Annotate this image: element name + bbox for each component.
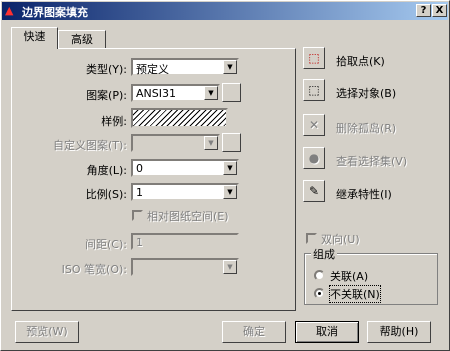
- double-checkbox[interactable]: [306, 233, 317, 244]
- nonassociative-radio[interactable]: [314, 288, 325, 299]
- scale-label: 比例(S):: [85, 188, 127, 201]
- inherit-properties-icon: ✎: [308, 184, 320, 198]
- pattern-value: ANSI31: [136, 87, 176, 100]
- iso-pen-width-label: ISO 笔宽(O):: [61, 263, 127, 276]
- select-objects-button[interactable]: ⬚: [303, 79, 325, 101]
- help-button[interactable]: 帮助(H): [367, 321, 431, 343]
- chevron-down-icon[interactable]: ▼: [223, 185, 237, 199]
- spacing-label: 间距(C):: [85, 238, 127, 251]
- select-objects-icon: ⬚: [308, 83, 320, 97]
- angle-label: 角度(L):: [86, 164, 127, 177]
- double-label: 双向(U): [321, 233, 360, 246]
- view-selection-button[interactable]: ●: [303, 147, 325, 169]
- spacing-field[interactable]: 1: [131, 233, 239, 250]
- tab-advanced[interactable]: 高级: [58, 30, 106, 49]
- close-button[interactable]: X: [432, 4, 447, 17]
- scale-select[interactable]: 1 ▼: [131, 183, 239, 201]
- help-title-button[interactable]: ?: [416, 4, 431, 17]
- associative-label: 关联(A): [330, 270, 369, 283]
- title-bar: ▲ 边界图案填充 ? X: [2, 2, 448, 20]
- pick-points-label: 拾取点(K): [336, 55, 385, 68]
- chevron-down-icon[interactable]: ▼: [204, 86, 218, 100]
- custom-pattern-browse-button[interactable]: [222, 133, 241, 152]
- preview-button[interactable]: 预览(W): [15, 321, 79, 343]
- chevron-down-icon[interactable]: ▼: [223, 60, 237, 74]
- spacing-value: 1: [136, 236, 143, 249]
- pattern-browse-button[interactable]: [222, 83, 241, 102]
- pattern-label: 图案(P):: [86, 89, 127, 102]
- composition-title: 组成: [311, 246, 337, 262]
- composition-group: 组成 关联(A) 不关联(N): [304, 246, 438, 305]
- remove-islands-label: 删除孤岛(R): [336, 122, 397, 135]
- tab-quick[interactable]: 快速: [11, 27, 58, 49]
- app-icon: ▲: [5, 4, 14, 17]
- type-value: 预定义: [136, 63, 169, 76]
- quick-tab-panel: 类型(Y): 预定义 ▼ 图案(P): ANSI31 ▼ 样例: 自定义图案(T…: [11, 48, 296, 311]
- angle-select[interactable]: 0 ▼: [131, 159, 239, 177]
- relative-paper-space-label: 相对图纸空间(E): [147, 210, 229, 223]
- boundary-hatch-dialog: ▲ 边界图案填充 ? X 快速 高级 类型(Y): 预定义 ▼ 图案(P): A…: [0, 0, 450, 351]
- pattern-sample-swatch[interactable]: [131, 108, 228, 128]
- nonassociative-label: 不关联(N): [329, 285, 381, 303]
- relative-paper-space-checkbox[interactable]: [132, 210, 143, 221]
- type-label: 类型(Y):: [85, 63, 127, 76]
- pick-points-icon: ⬚: [308, 51, 320, 65]
- remove-islands-button[interactable]: ✕: [303, 114, 325, 136]
- associative-radio[interactable]: [314, 270, 325, 281]
- sample-label: 样例:: [101, 115, 127, 128]
- pattern-select[interactable]: ANSI31 ▼: [131, 84, 220, 102]
- custom-pattern-select[interactable]: ▼: [131, 134, 220, 152]
- iso-pen-width-select[interactable]: ▼: [131, 258, 239, 276]
- ok-button[interactable]: 确定: [222, 321, 286, 343]
- inherit-properties-label: 继承特性(I): [336, 188, 392, 201]
- window-title: 边界图案填充: [22, 6, 88, 19]
- cancel-button[interactable]: 取消: [295, 321, 359, 343]
- angle-value: 0: [136, 162, 143, 175]
- chevron-down-icon[interactable]: ▼: [223, 161, 237, 175]
- custom-pattern-label: 自定义图案(T):: [52, 139, 127, 152]
- inherit-properties-button[interactable]: ✎: [303, 180, 325, 202]
- pick-points-button[interactable]: ⬚: [303, 47, 325, 69]
- view-selection-label: 查看选择集(V): [336, 155, 408, 168]
- scale-value: 1: [136, 186, 143, 199]
- chevron-down-icon[interactable]: ▼: [223, 260, 237, 274]
- chevron-down-icon[interactable]: ▼: [204, 136, 218, 150]
- select-objects-label: 选择对象(B): [336, 87, 397, 100]
- view-selection-icon: ●: [308, 151, 320, 165]
- remove-islands-icon: ✕: [308, 118, 320, 132]
- type-select[interactable]: 预定义 ▼: [131, 58, 239, 76]
